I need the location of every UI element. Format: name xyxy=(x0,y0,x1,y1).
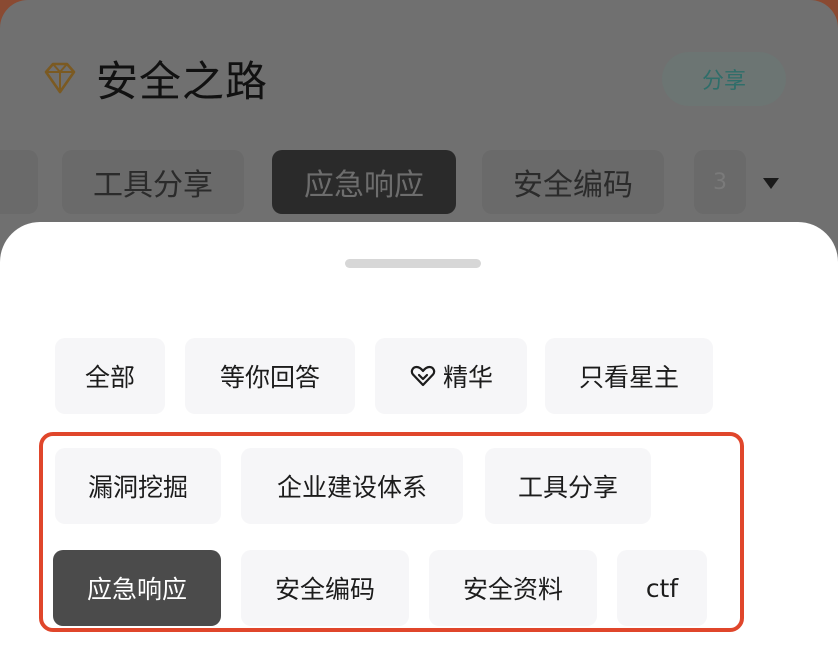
filter-chip-security-materials[interactable]: 安全资料 xyxy=(429,550,597,626)
filter-chip-enterprise-system[interactable]: 企业建设体系 xyxy=(241,448,463,524)
filter-chip-all[interactable]: 全部 xyxy=(55,338,165,414)
filter-chip-tool-sharing[interactable]: 工具分享 xyxy=(485,448,651,524)
group-title: 安全之路 xyxy=(96,56,269,106)
filter-chip-secure-coding[interactable]: 安全编码 xyxy=(241,550,409,626)
filter-chip-featured[interactable]: 精华 xyxy=(375,338,527,414)
tab-partial-left[interactable] xyxy=(0,150,38,214)
filter-chip-awaiting-answer[interactable]: 等你回答 xyxy=(185,338,355,414)
group-page-background: 安全之路 分享 工具分享 应急响应 安全编码 3 全部 等你回答 精华 只看星主… xyxy=(0,0,838,662)
filter-chip-owner-only[interactable]: 只看星主 xyxy=(545,338,713,414)
diamond-icon xyxy=(44,62,76,94)
top-tab-bar: 工具分享 应急响应 安全编码 3 xyxy=(0,150,838,214)
filter-chip-emergency-response[interactable]: 应急响应 xyxy=(53,550,221,626)
tab-partial-right[interactable]: 3 xyxy=(694,150,746,214)
tab-tools[interactable]: 工具分享 xyxy=(62,150,244,214)
filter-chip-vuln-hunting[interactable]: 漏洞挖掘 xyxy=(55,448,221,524)
filter-chip-featured-label: 精华 xyxy=(442,363,493,392)
chevron-down-icon[interactable] xyxy=(763,178,779,189)
tab-emergency-response[interactable]: 应急响应 xyxy=(272,150,456,214)
share-button[interactable]: 分享 xyxy=(662,52,786,106)
tab-secure-coding[interactable]: 安全编码 xyxy=(482,150,664,214)
heart-icon xyxy=(410,365,436,387)
group-header: 安全之路 xyxy=(38,48,268,108)
filter-chip-ctf[interactable]: ctf xyxy=(617,550,707,626)
filter-bottom-sheet: 全部 等你回答 精华 只看星主 漏洞挖掘 企业建设体系 工具分享 应急响应 安全… xyxy=(0,222,838,662)
drag-handle[interactable] xyxy=(345,259,481,268)
